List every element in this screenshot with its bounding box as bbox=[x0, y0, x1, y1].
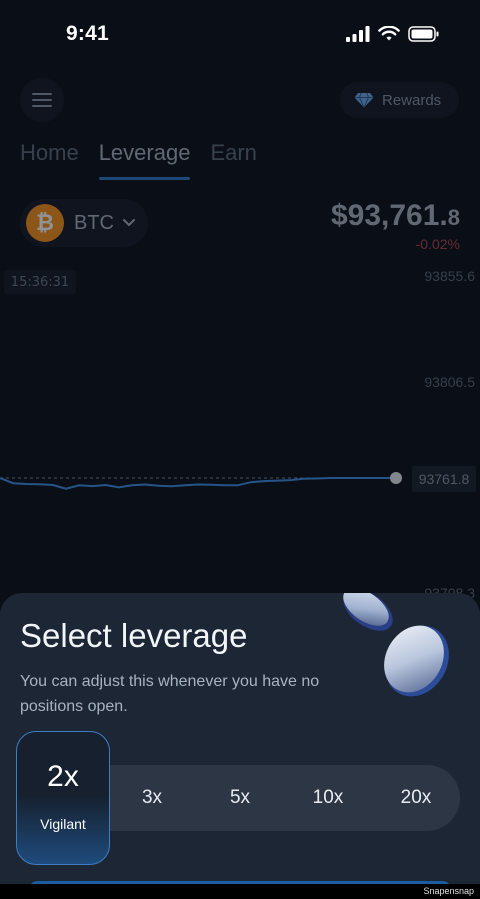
price-chart bbox=[0, 472, 402, 490]
tab-home[interactable]: Home bbox=[20, 140, 79, 180]
rewards-label: Rewards bbox=[382, 91, 442, 109]
price-main: $93,761. bbox=[330, 199, 448, 232]
sheet-title: Select leverage bbox=[20, 617, 248, 654]
leverage-option-3x[interactable]: 3x bbox=[108, 765, 196, 831]
leverage-option-5x[interactable]: 5x bbox=[196, 765, 284, 831]
selected-leverage-name: Vigilant bbox=[40, 816, 86, 832]
status-icons bbox=[346, 26, 440, 42]
leverage-option-selected[interactable]: 2x Vigilant bbox=[16, 731, 110, 865]
hamburger-menu-icon bbox=[32, 93, 52, 107]
diamond-icon bbox=[354, 92, 374, 108]
footer-watermark: Snapensnap bbox=[423, 886, 474, 896]
status-bar: 9:41 bbox=[0, 0, 480, 70]
sheet-description: You can adjust this whenever you have no… bbox=[20, 673, 320, 715]
leverage-option-20x[interactable]: 20x bbox=[372, 765, 460, 831]
price-series-line bbox=[0, 477, 396, 490]
menu-button[interactable] bbox=[20, 78, 64, 122]
leverage-sheet: Select leverage You can adjust this when… bbox=[0, 593, 480, 899]
selected-leverage-value: 2x bbox=[47, 760, 79, 793]
y-axis-label: 93806.5 bbox=[424, 374, 475, 390]
asset-symbol: BTC bbox=[74, 211, 114, 234]
tab-earn[interactable]: Earn bbox=[210, 140, 256, 180]
price-fraction: 8 bbox=[447, 205, 460, 230]
battery-icon bbox=[408, 26, 439, 42]
main-tabs: Home Leverage Earn bbox=[20, 140, 257, 180]
wifi-icon bbox=[378, 26, 400, 41]
asset-price: $93,761.8 bbox=[331, 199, 460, 233]
footer-bar: Snapensnap bbox=[0, 884, 480, 899]
leverage-option-10x[interactable]: 10x bbox=[284, 765, 372, 831]
cellular-signal-icon bbox=[346, 26, 370, 42]
chart-time-label: 15:36:31 bbox=[4, 270, 76, 294]
coins-illustration bbox=[343, 593, 449, 697]
chevron-down-icon bbox=[123, 219, 135, 226]
price-change: -0.02% bbox=[415, 236, 460, 252]
rewards-button[interactable]: Rewards bbox=[340, 82, 459, 118]
bitcoin-icon: ₿ bbox=[26, 204, 64, 242]
tab-leverage[interactable]: Leverage bbox=[98, 140, 190, 180]
current-price-dot bbox=[390, 472, 402, 484]
status-time: 9:41 bbox=[66, 22, 109, 45]
current-price-label: 93761.8 bbox=[412, 466, 476, 492]
asset-selector[interactable]: ₿ BTC bbox=[20, 199, 148, 247]
y-axis-label: 93855.6 bbox=[424, 268, 475, 284]
